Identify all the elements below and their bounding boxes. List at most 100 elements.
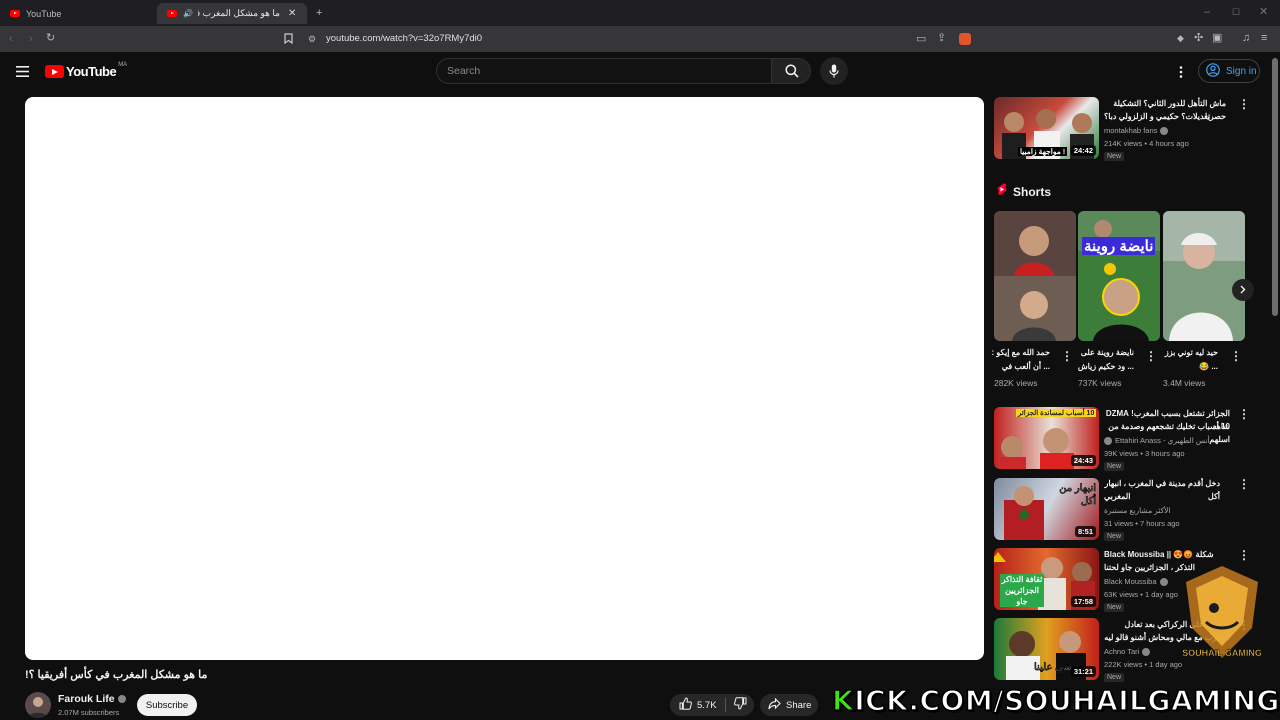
channel-avatar[interactable] [25, 692, 51, 718]
shorts-heading: Shorts [996, 183, 1051, 201]
speaker-icon[interactable]: 🔊 [183, 9, 193, 18]
new-tab-icon[interactable]: + [316, 7, 322, 19]
search-input[interactable] [437, 59, 771, 83]
like-icon[interactable] [679, 697, 692, 713]
mic-icon [829, 64, 839, 83]
video-thumbnail[interactable]: شي علينا 31:21 [994, 618, 1099, 680]
site-info-icon[interactable]: ⚙ [308, 33, 316, 45]
search-box [436, 58, 772, 84]
short-title-line[interactable]: حمد الله مع إيكو : [984, 346, 1050, 359]
search-button[interactable] [771, 58, 811, 84]
video-thumbnail[interactable]: انبهار من أكل 8:51 [994, 478, 1099, 540]
bookmark-icon[interactable] [284, 33, 293, 47]
video-player[interactable] [25, 97, 984, 660]
channel-name[interactable]: Black Moussiba [1104, 577, 1168, 587]
shorts-next-button[interactable] [1232, 279, 1254, 301]
like-count: 5.7K [697, 699, 717, 711]
url-text[interactable]: youtube.com/watch?v=32o7RMy7di0 [326, 33, 482, 44]
forward-icon[interactable]: › [29, 33, 33, 45]
short-overlay-text: نايضة روينة [1082, 237, 1156, 255]
short-title-line[interactable]: نايضة روينة على [1068, 346, 1134, 359]
short-title-line[interactable]: حيد ليه توني بزز [1152, 346, 1218, 359]
verified-icon [1160, 127, 1169, 136]
browser-menu-icon[interactable]: ≡ [1261, 32, 1267, 44]
duration-badge: 31:21 [1070, 666, 1096, 677]
close-tab-icon[interactable]: ✕ [288, 8, 296, 19]
tab-current-video[interactable]: 🔊 ما هو مشكل المغرب في كأس ✕ [157, 3, 307, 24]
like-dislike-group: 5.7K [670, 694, 754, 716]
sidebar-icon[interactable]: ▣ [1212, 32, 1222, 44]
more-icon[interactable]: ⋮ [1238, 98, 1250, 110]
more-icon[interactable] [1179, 65, 1183, 83]
more-icon[interactable]: ⋮ [1238, 549, 1250, 561]
video-thumbnail[interactable]: 10 أسباب لمساندة الجزائر 24:43 [994, 407, 1099, 469]
souhail-gaming-logo: SOUHAIL GAMING [1176, 562, 1268, 676]
verified-icon [1142, 648, 1151, 657]
more-icon[interactable]: ⋮ [1230, 350, 1242, 362]
video-title-line[interactable]: Black Moussiba || 😍😡 شكلة [1104, 548, 1230, 561]
share-button[interactable]: Share [760, 694, 818, 716]
tab-youtube[interactable]: YouTube [0, 3, 150, 24]
short-views: 282K views [994, 378, 1038, 388]
more-icon[interactable]: ⋮ [1238, 408, 1250, 420]
screen-icon[interactable]: ▭ [916, 33, 926, 45]
minimize-icon[interactable]: – [1204, 6, 1210, 18]
media-icon[interactable]: ♫ [1242, 32, 1250, 44]
share-icon [768, 697, 781, 713]
channel-name[interactable]: montakhab fans [1104, 126, 1169, 136]
back-icon[interactable]: ‹ [9, 33, 13, 45]
channel-name[interactable]: Farouk Life [58, 693, 126, 705]
brave-shield-icon[interactable] [959, 33, 971, 45]
extensions-icon[interactable]: ✣ [1194, 32, 1203, 44]
dislike-icon[interactable] [733, 697, 747, 713]
verified-icon [1104, 437, 1112, 446]
new-badge: New [1104, 603, 1125, 612]
tab-label: ما هو مشكل المغرب في كأس [198, 8, 280, 18]
reload-icon[interactable]: ↻ [46, 32, 55, 44]
duration-badge: 24:42 [1070, 145, 1096, 156]
new-badge: New [1104, 532, 1125, 541]
short-title-line[interactable]: ... ود حكيم زياش [1068, 360, 1134, 373]
account-icon [1206, 62, 1220, 80]
video-title-line[interactable]: تعديلات؟ حكيمي و الزلزولي دبا؟ [1104, 110, 1226, 123]
sign-in-button[interactable]: Sign in [1198, 59, 1260, 83]
channel-name[interactable]: Achno Tari [1104, 647, 1151, 657]
thumbnail-caption: ثقافة التذاكر الجزائريين جاو [1000, 574, 1044, 607]
channel-name[interactable]: الأكثر مشاريع مستبرة [1104, 506, 1171, 515]
short-thumbnail[interactable] [994, 211, 1076, 341]
video-thumbnail[interactable]: مواجهة زامبيا ! 24:42 [994, 97, 1099, 159]
channel-name[interactable]: Ettahiri Anass - أنس الطهيري [1104, 436, 1210, 446]
share-page-icon[interactable]: ⇪ [937, 32, 946, 44]
menu-icon[interactable] [16, 64, 29, 82]
short-title-line[interactable]: ... أن ألعب في [984, 360, 1050, 373]
thumbnail-caption: شي علينا [1034, 662, 1072, 673]
video-thumbnail[interactable]: ثقافة التذاكر الجزائريين جاو 17:58 [994, 548, 1099, 610]
youtube-favicon-icon [167, 10, 177, 17]
divider [724, 698, 726, 712]
share-label: Share [786, 699, 812, 711]
youtube-logo[interactable]: YouTube MA [45, 62, 127, 79]
short-thumbnail[interactable] [1163, 211, 1245, 341]
shorts-title: Shorts [1013, 185, 1052, 199]
page-scrollbar[interactable] [1272, 58, 1278, 316]
maximize-icon[interactable]: ☐ [1232, 6, 1240, 18]
close-window-icon[interactable]: ✕ [1259, 6, 1268, 18]
duration-badge: 24:43 [1070, 455, 1096, 466]
new-badge: New [1104, 462, 1125, 471]
video-meta: 63K views • 1 day ago [1104, 590, 1178, 599]
search-icon [785, 64, 799, 83]
tab-label: YouTube [26, 8, 62, 19]
new-badge: New [1104, 673, 1125, 682]
subscribe-button[interactable]: Subscribe [137, 694, 197, 716]
voice-search-button[interactable] [820, 57, 848, 85]
short-thumbnail[interactable]: نايضة روينة [1078, 211, 1160, 341]
short-title-line[interactable]: ... 😂 [1152, 360, 1218, 373]
youtube-favicon-icon [10, 10, 20, 17]
subscriber-count: 2.07M subscribers [58, 708, 120, 717]
thumbnail-caption: مواجهة زامبيا ! [1018, 147, 1068, 156]
video-title-line[interactable]: المغربي [1104, 490, 1220, 503]
logo-text: SOUHAIL GAMING [1182, 648, 1262, 658]
more-icon[interactable]: ⋮ [1238, 478, 1250, 490]
ai-icon[interactable]: ◆ [1177, 32, 1184, 44]
chevron-right-icon [1240, 281, 1246, 299]
